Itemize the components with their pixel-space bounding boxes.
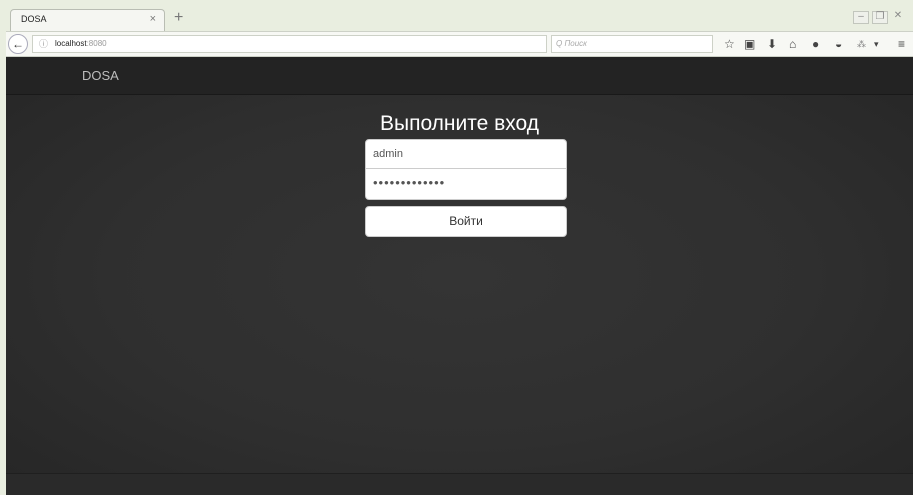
back-button[interactable]: ← <box>8 34 28 54</box>
bookmarks-icon[interactable]: ▣ <box>744 36 755 52</box>
username-input[interactable]: admin <box>365 139 567 169</box>
tab-title: DOSA <box>21 14 47 24</box>
pocket-icon[interactable]: ◒ <box>835 36 842 52</box>
page-content: DOSA Выполните вход admin ••••••••••••• … <box>6 57 913 495</box>
password-input[interactable]: ••••••••••••• <box>365 169 567 200</box>
close-window-icon[interactable]: ✕ <box>891 11 905 22</box>
page-footer <box>6 473 913 495</box>
login-heading: Выполните вход <box>379 112 540 135</box>
site-navbar: DOSA <box>6 57 913 95</box>
url-text: localhost:8080 <box>55 39 107 48</box>
browser-tabbar: DOSA × + – ❐ ✕ <box>0 0 913 31</box>
star-icon[interactable]: ☆ <box>724 36 735 52</box>
menu-icon[interactable]: ≡ <box>898 36 905 52</box>
url-bar[interactable]: ⓘ localhost:8080 C <box>32 35 559 53</box>
home-icon[interactable]: ⌂ <box>789 36 796 52</box>
extension-icon[interactable]: ⁂ <box>857 36 866 52</box>
login-form: admin ••••••••••••• Войти <box>365 139 567 237</box>
site-info-icon[interactable]: ⓘ <box>39 36 48 52</box>
browser-navbar: ← ⓘ localhost:8080 C Q Поиск ☆ ▣ ⬇ ⌂ ● ◒… <box>6 31 913 57</box>
brand-link[interactable]: DOSA <box>82 68 119 83</box>
login-button[interactable]: Войти <box>365 206 567 237</box>
download-icon[interactable]: ⬇ <box>767 36 777 52</box>
chat-icon[interactable]: ● <box>812 36 819 52</box>
browser-tab[interactable]: DOSA × <box>10 9 165 31</box>
tab-close-icon[interactable]: × <box>150 13 156 25</box>
search-input[interactable]: Q Поиск <box>551 35 713 53</box>
dropdown-icon[interactable]: ▾ <box>874 36 879 52</box>
new-tab-button[interactable]: + <box>174 9 183 27</box>
restore-icon[interactable]: ❐ <box>872 11 888 24</box>
minimize-icon[interactable]: – <box>853 11 869 24</box>
